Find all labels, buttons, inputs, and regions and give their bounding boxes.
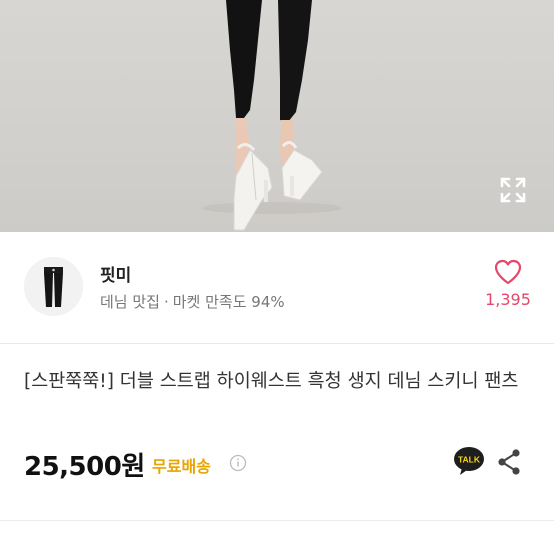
product-image-illustration — [202, 0, 342, 231]
section-divider-2 — [0, 520, 554, 521]
free-shipping-label[interactable]: 무료배송 — [152, 453, 211, 477]
seller-row: 핏미 데님 맛집 · 마켓 만족도 94% 1,395 — [0, 232, 554, 342]
section-divider — [0, 343, 554, 344]
seller-name[interactable]: 핏미 — [100, 261, 131, 286]
info-circle-icon[interactable] — [229, 454, 247, 472]
seller-avatar[interactable] — [24, 257, 83, 316]
seller-satisfaction: 마켓 만족도 94% — [172, 293, 285, 311]
seller-meta: 데님 맛집 · 마켓 만족도 94% — [100, 291, 285, 312]
kakao-talk-button[interactable]: TALK — [453, 446, 485, 476]
expand-icon[interactable] — [498, 175, 528, 205]
product-title: [스판쭉쭉!] 더블 스트랩 하이웨스트 흑청 생지 데님 스키니 팬츠 — [24, 371, 519, 392]
seller-category: 데님 맛집 — [100, 293, 160, 311]
meta-separator: · — [163, 293, 169, 311]
product-photo[interactable] — [0, 0, 554, 232]
like-button[interactable]: 1,395 — [478, 259, 538, 309]
product-price: 25,500원 — [24, 452, 145, 482]
price-row: 25,500원 무료배송 TALK — [24, 446, 534, 482]
heart-outline-icon — [494, 259, 522, 285]
next-section-cutoff — [24, 541, 554, 554]
talk-label: TALK — [458, 455, 481, 465]
like-count: 1,395 — [485, 290, 531, 309]
share-icon[interactable] — [496, 448, 522, 476]
